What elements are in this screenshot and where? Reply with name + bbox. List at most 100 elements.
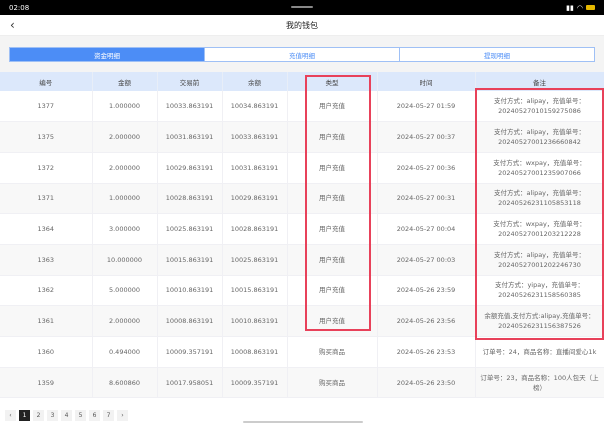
tab-fund-details[interactable]: 资金明细 xyxy=(10,48,204,61)
cell-amount: 2.000000 xyxy=(92,306,157,337)
back-icon[interactable]: ‹ xyxy=(10,18,15,32)
tab-area: 资金明细 充值明细 提现明细 xyxy=(0,36,604,72)
cell-amount: 5.000000 xyxy=(92,275,157,306)
column-header-id: 编号 xyxy=(0,72,92,91)
cell-type: 用户充值 xyxy=(287,244,377,275)
cell-amount: 2.000000 xyxy=(92,152,157,183)
page-button-6[interactable]: 6 xyxy=(89,410,100,421)
cell-balance: 10010.863191 xyxy=(222,306,287,337)
cell-before: 10008.863191 xyxy=(157,306,222,337)
column-header-amount: 金额 xyxy=(92,72,157,91)
tab-recharge-details[interactable]: 充值明细 xyxy=(204,48,399,61)
next-page-button[interactable]: › xyxy=(117,410,128,421)
status-bar: 02:08 ▮▮◠ xyxy=(0,0,604,15)
table-row: 13771.00000010033.86319110034.863191用户充值… xyxy=(0,91,604,122)
cell-note: 支付方式：alipay，充值单号：20240526231105853118 xyxy=(475,183,604,214)
cell-time: 2024-05-26 23:56 xyxy=(377,306,475,337)
cell-time: 2024-05-27 01:59 xyxy=(377,91,475,122)
pagination: ‹1234567› xyxy=(5,410,128,421)
cell-type: 购买商品 xyxy=(287,337,377,368)
page-button-3[interactable]: 3 xyxy=(47,410,58,421)
column-header-note: 备注 xyxy=(475,72,604,91)
notch-handle xyxy=(291,6,313,8)
cell-type: 用户充值 xyxy=(287,214,377,245)
cell-note: 支付方式：yipay，充值单号：20240526231158560385 xyxy=(475,275,604,306)
cell-note: 订单号：23，商品名称：100人包天（上榜） xyxy=(475,367,604,398)
column-header-type: 类型 xyxy=(287,72,377,91)
page-button-1[interactable]: 1 xyxy=(19,410,30,421)
cell-time: 2024-05-27 00:03 xyxy=(377,244,475,275)
cell-before: 10025.863191 xyxy=(157,214,222,245)
cell-balance: 10025.863191 xyxy=(222,244,287,275)
cell-balance: 10008.863191 xyxy=(222,337,287,368)
cell-id: 1375 xyxy=(0,122,92,153)
cell-id: 1377 xyxy=(0,91,92,122)
cell-note: 支付方式：alipay，充值单号：20240527001236660842 xyxy=(475,122,604,153)
cell-type: 用户充值 xyxy=(287,275,377,306)
cell-amount: 8.600860 xyxy=(92,367,157,398)
cell-id: 1372 xyxy=(0,152,92,183)
table-row: 13612.00000010008.86319110010.863191用户充值… xyxy=(0,306,604,337)
top-bar: ‹ 我的钱包 xyxy=(0,15,604,36)
page-button-2[interactable]: 2 xyxy=(33,410,44,421)
cell-amount: 0.494000 xyxy=(92,337,157,368)
scrollbar[interactable] xyxy=(243,421,363,423)
cell-before: 10009.357191 xyxy=(157,337,222,368)
cell-amount: 2.000000 xyxy=(92,122,157,153)
cell-balance: 10015.863191 xyxy=(222,275,287,306)
table-row: 13722.00000010029.86319110031.863191用户充值… xyxy=(0,152,604,183)
cell-before: 10029.863191 xyxy=(157,152,222,183)
cell-type: 用户充值 xyxy=(287,183,377,214)
cell-id: 1363 xyxy=(0,244,92,275)
table-row: 13625.00000010010.86319110015.863191用户充值… xyxy=(0,275,604,306)
cell-time: 2024-05-26 23:53 xyxy=(377,337,475,368)
wifi-icon: ◠ xyxy=(577,4,583,12)
cell-time: 2024-05-27 00:31 xyxy=(377,183,475,214)
cell-id: 1360 xyxy=(0,337,92,368)
prev-page-button[interactable]: ‹ xyxy=(5,410,16,421)
cell-before: 10017.958051 xyxy=(157,367,222,398)
tab-withdraw-details[interactable]: 提现明细 xyxy=(399,48,594,61)
cell-before: 10010.863191 xyxy=(157,275,222,306)
cell-balance: 10031.863191 xyxy=(222,152,287,183)
cell-amount: 3.000000 xyxy=(92,214,157,245)
page-button-5[interactable]: 5 xyxy=(75,410,86,421)
cell-time: 2024-05-26 23:59 xyxy=(377,275,475,306)
cell-time: 2024-05-26 23:50 xyxy=(377,367,475,398)
cell-amount: 10.000000 xyxy=(92,244,157,275)
page-title: 我的钱包 xyxy=(286,20,318,31)
status-time: 02:08 xyxy=(9,4,29,12)
table-row: 136310.00000010015.86319110025.863191用户充… xyxy=(0,244,604,275)
cell-balance: 10009.357191 xyxy=(222,367,287,398)
cell-note: 支付方式：alipay，充值单号：20240527001202246730 xyxy=(475,244,604,275)
signal-icon: ▮▮ xyxy=(566,4,574,12)
cell-balance: 10028.863191 xyxy=(222,214,287,245)
page-button-7[interactable]: 7 xyxy=(103,410,114,421)
table-row: 13643.00000010025.86319110028.863191用户充值… xyxy=(0,214,604,245)
cell-id: 1371 xyxy=(0,183,92,214)
cell-id: 1362 xyxy=(0,275,92,306)
cell-type: 购买商品 xyxy=(287,367,377,398)
tab-bar: 资金明细 充值明细 提现明细 xyxy=(9,47,595,62)
cell-type: 用户充值 xyxy=(287,122,377,153)
cell-amount: 1.000000 xyxy=(92,91,157,122)
cell-balance: 10034.863191 xyxy=(222,91,287,122)
table-header: 编号金额交易前余额类型时间备注 xyxy=(0,72,604,91)
cell-time: 2024-05-27 00:37 xyxy=(377,122,475,153)
status-icons: ▮▮◠ xyxy=(566,4,595,12)
cell-balance: 10033.863191 xyxy=(222,122,287,153)
table-row: 13598.60086010017.95805110009.357191购买商品… xyxy=(0,367,604,398)
cell-before: 10033.863191 xyxy=(157,91,222,122)
column-header-time: 时间 xyxy=(377,72,475,91)
cell-note: 余额充值,支付方式:alipay,充值单号：202405262311563875… xyxy=(475,306,604,337)
cell-id: 1359 xyxy=(0,367,92,398)
cell-time: 2024-05-27 00:04 xyxy=(377,214,475,245)
cell-before: 10031.863191 xyxy=(157,122,222,153)
page-button-4[interactable]: 4 xyxy=(61,410,72,421)
cell-balance: 10029.863191 xyxy=(222,183,287,214)
battery-icon xyxy=(586,5,595,10)
cell-before: 10015.863191 xyxy=(157,244,222,275)
cell-type: 用户充值 xyxy=(287,306,377,337)
column-header-before: 交易前 xyxy=(157,72,222,91)
cell-type: 用户充值 xyxy=(287,91,377,122)
